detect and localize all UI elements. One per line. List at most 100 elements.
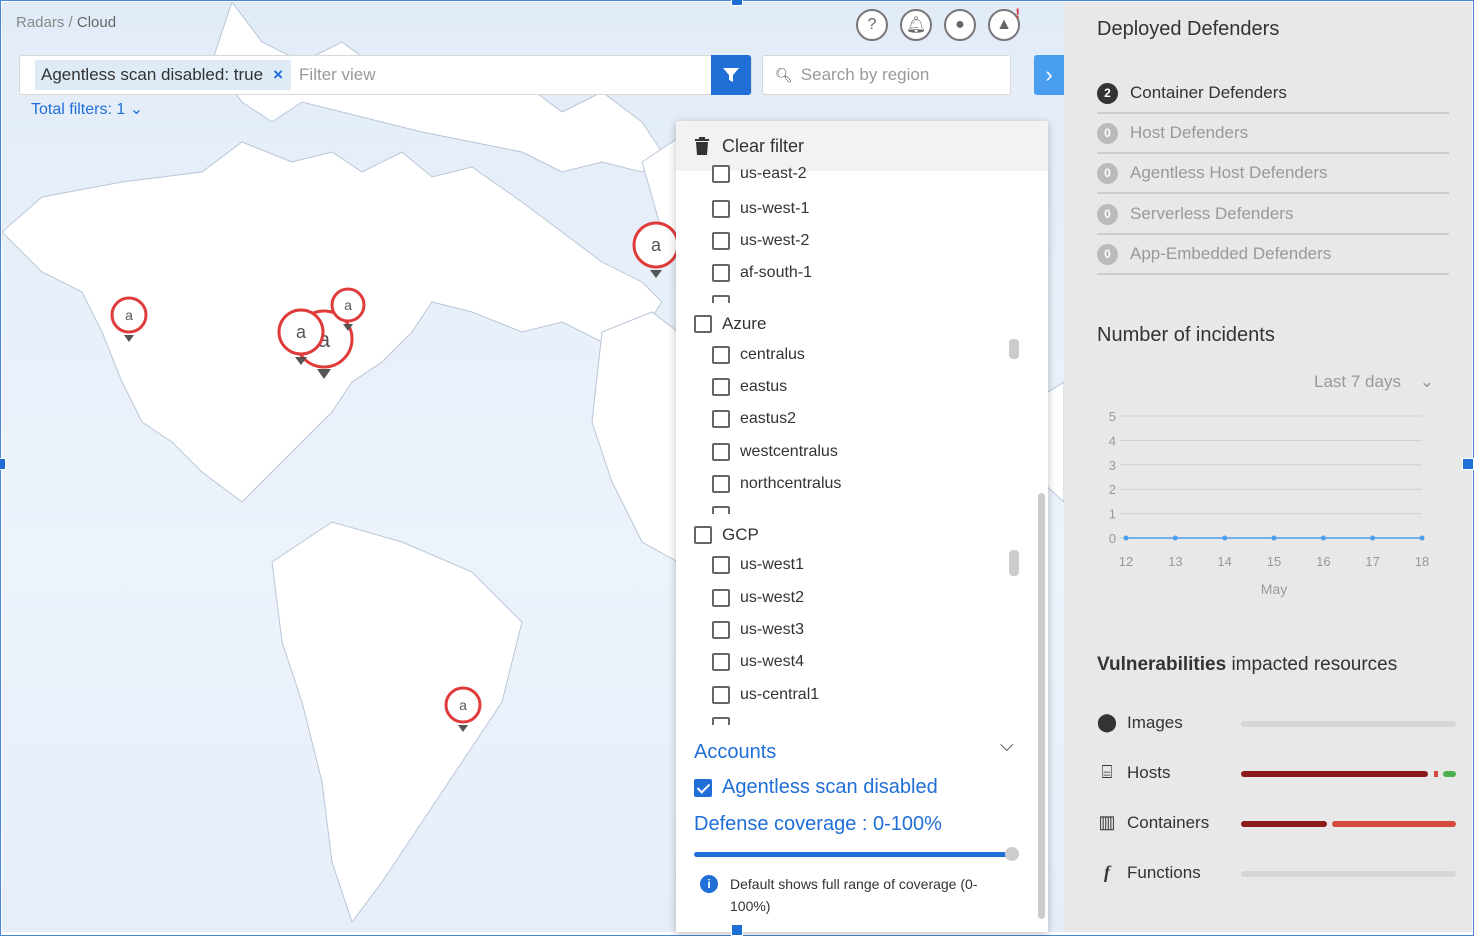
resize-handle[interactable] (731, 924, 743, 936)
defender-label: Serverless Defenders (1130, 204, 1294, 223)
azure-region-option-partial[interactable] (712, 506, 730, 514)
defender-row[interactable]: 2 Container Defenders (1097, 74, 1449, 114)
gcp-scrollbar[interactable] (1009, 550, 1019, 576)
top-toolbar: ? 🔔︎ ● ▲! (856, 5, 1020, 41)
azure-region-option[interactable]: eastus (712, 373, 787, 401)
agentless-scan-option[interactable]: Agentless scan disabled (694, 776, 938, 799)
accounts-section-title[interactable]: Accounts (694, 741, 776, 764)
vuln-row-containers[interactable]: ▥ Containers (1097, 812, 1209, 833)
resize-handle[interactable] (0, 458, 6, 470)
defense-coverage-label: Defense coverage : 0-100% (694, 813, 942, 835)
aws-region-option[interactable]: af-south-1 (712, 259, 812, 287)
agentless-label: Agentless scan disabled (722, 776, 938, 798)
map-pin-aws[interactable]: a (444, 685, 484, 735)
gcp-region-option[interactable]: us-west4 (712, 648, 804, 676)
checkbox-checked[interactable] (694, 778, 712, 797)
user-icon[interactable]: ● (944, 9, 976, 41)
aws-region-option[interactable]: us-east-2 (712, 163, 807, 183)
aws-region-option[interactable]: us-west-1 (712, 195, 809, 223)
defender-row[interactable]: 0 Agentless Host Defenders (1097, 154, 1449, 194)
checkbox[interactable] (712, 378, 730, 396)
resize-handle[interactable] (731, 0, 743, 6)
azure-region-option[interactable]: centralus (712, 341, 805, 369)
svg-text:a: a (125, 307, 133, 323)
defender-row[interactable]: 0 Host Defenders (1097, 114, 1449, 154)
map-pin-aws[interactable]: a (110, 295, 150, 345)
breadcrumb-parent[interactable]: Radars (16, 14, 64, 31)
vuln-row-hosts[interactable]: ⌸ Hosts (1097, 762, 1171, 783)
azure-region-option[interactable]: eastus2 (712, 405, 796, 433)
azure-region-option[interactable]: northcentralus (712, 470, 841, 498)
vuln-label: Hosts (1127, 762, 1171, 782)
breadcrumb-separator: / (64, 14, 77, 31)
checkbox[interactable] (712, 556, 730, 574)
checkbox[interactable] (694, 315, 712, 333)
defender-row[interactable]: 0 Serverless Defenders (1097, 195, 1449, 235)
side-panel: Deployed Defenders 2 Container Defenders … (1064, 2, 1472, 932)
vuln-bar-functions (1241, 871, 1456, 877)
filter-chip-remove-icon[interactable]: × (273, 65, 283, 85)
checkbox[interactable] (712, 295, 730, 303)
filter-button[interactable] (711, 55, 751, 95)
checkbox[interactable] (712, 232, 730, 250)
checkbox[interactable] (694, 526, 712, 544)
region-label: westcentralus (740, 443, 838, 460)
region-label: northcentralus (740, 475, 842, 492)
svg-text:a: a (296, 322, 307, 342)
filter-input[interactable] (299, 65, 680, 85)
checkbox[interactable] (712, 443, 730, 461)
resize-handle[interactable] (1462, 458, 1474, 470)
region-search-input[interactable] (800, 65, 1001, 85)
checkbox[interactable] (712, 346, 730, 364)
expand-panel-button[interactable]: › (1034, 55, 1064, 95)
defender-row[interactable]: 0 App-Embedded Defenders (1097, 235, 1449, 275)
aws-region-option[interactable]: us-west-2 (712, 227, 809, 255)
vuln-row-functions[interactable]: f Functions (1097, 862, 1201, 883)
svg-text:a: a (651, 235, 662, 255)
alert-radar-icon[interactable]: ▲! (988, 5, 1020, 41)
checkbox[interactable] (712, 475, 730, 493)
checkbox[interactable] (712, 410, 730, 428)
dropdown-scrollbar[interactable] (1038, 493, 1045, 919)
server-icon: ⌸ (1101, 762, 1113, 782)
gcp-region-option-partial[interactable] (712, 717, 730, 725)
total-filters-toggle[interactable]: Total filters: 1 ⌄ (31, 99, 143, 119)
map-pin-aws[interactable]: a (632, 220, 682, 280)
checkbox[interactable] (712, 686, 730, 704)
funnel-icon (723, 68, 739, 82)
checkbox[interactable] (712, 621, 730, 639)
checkbox[interactable] (712, 264, 730, 282)
azure-region-option[interactable]: westcentralus (712, 438, 838, 466)
region-label: eastus (740, 378, 788, 395)
coverage-slider-track[interactable] (694, 852, 1010, 857)
bell-icon[interactable]: 🔔︎ (900, 9, 932, 41)
checkbox[interactable] (712, 653, 730, 671)
region-label: us-west-2 (740, 232, 810, 249)
map-pin-aws[interactable]: a (275, 307, 331, 369)
deployed-defenders-title: Deployed Defenders (1097, 18, 1280, 40)
vuln-row-images[interactable]: ⬤ Images (1097, 712, 1183, 733)
data-point (1271, 535, 1277, 541)
azure-group-option[interactable]: Azure (694, 310, 766, 338)
coverage-slider-handle[interactable] (1005, 847, 1019, 861)
map-pin-aws[interactable]: a (330, 286, 370, 334)
help-icon[interactable]: ? (856, 9, 888, 41)
gcp-region-option[interactable]: us-west1 (712, 551, 804, 579)
checkbox[interactable] (712, 717, 730, 725)
aws-region-option-partial[interactable] (712, 295, 730, 303)
checkbox[interactable] (712, 165, 730, 183)
checkbox[interactable] (712, 200, 730, 218)
vuln-bar-containers (1241, 821, 1456, 827)
gcp-group-option[interactable]: GCP (694, 521, 759, 549)
gcp-region-option[interactable]: us-west3 (712, 616, 804, 644)
chevron-down-icon[interactable]: ⌵ (1000, 735, 1014, 756)
checkbox[interactable] (712, 506, 730, 514)
gcp-region-option[interactable]: us-west2 (712, 584, 804, 612)
azure-scrollbar[interactable] (1009, 339, 1019, 359)
trash-icon (695, 137, 709, 155)
gcp-region-option[interactable]: us-central1 (712, 681, 819, 709)
checkbox[interactable] (712, 589, 730, 607)
y-tick-label: 3 (1109, 458, 1116, 473)
x-tick-label: 17 (1365, 554, 1379, 569)
time-range-select[interactable]: Last 7 days ⌄ (1314, 372, 1434, 392)
